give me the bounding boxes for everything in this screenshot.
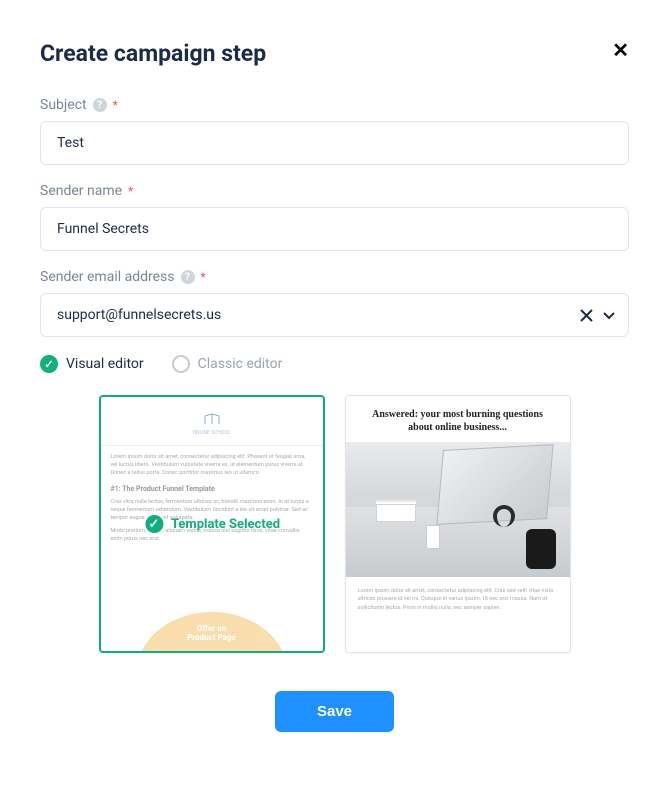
sender-email-select[interactable] <box>40 293 629 337</box>
radio-label: Classic editor <box>198 356 283 372</box>
help-icon[interactable]: ? <box>93 98 107 112</box>
chevron-down-icon[interactable] <box>601 307 617 323</box>
template-heading: #1: The Product Funnel Template <box>111 485 313 495</box>
template-2-title: Answered: your most burning questions ab… <box>346 396 570 442</box>
template-card-2[interactable]: Answered: your most burning questions ab… <box>345 395 571 653</box>
radio-unchecked-icon <box>172 355 190 373</box>
required-marker: * <box>201 270 206 284</box>
radio-checked-icon <box>40 355 58 373</box>
template-preview-image <box>346 442 570 577</box>
classic-editor-radio[interactable]: Classic editor <box>172 355 283 373</box>
required-marker: * <box>113 98 118 112</box>
radio-label: Visual editor <box>66 356 144 372</box>
sender-email-label: Sender email address <box>40 269 175 285</box>
sender-name-input[interactable] <box>40 207 629 251</box>
clear-icon[interactable] <box>580 309 593 322</box>
page-title: Create campaign step <box>40 40 266 67</box>
subject-label: Subject <box>40 97 87 113</box>
template-offer-banner: Offer on Product Page <box>137 612 287 653</box>
close-icon[interactable]: ✕ <box>612 40 629 60</box>
template-logo: ONLINE SCHOOL <box>111 407 313 439</box>
help-icon[interactable]: ? <box>181 270 195 284</box>
template-card-1[interactable]: ONLINE SCHOOL Lorem ipsum dolor sit amet… <box>99 395 325 653</box>
sender-name-label: Sender name <box>40 183 122 199</box>
save-button[interactable]: Save <box>275 691 394 732</box>
required-marker: * <box>128 184 133 198</box>
subject-input[interactable] <box>40 121 629 165</box>
visual-editor-radio[interactable]: Visual editor <box>40 355 144 373</box>
